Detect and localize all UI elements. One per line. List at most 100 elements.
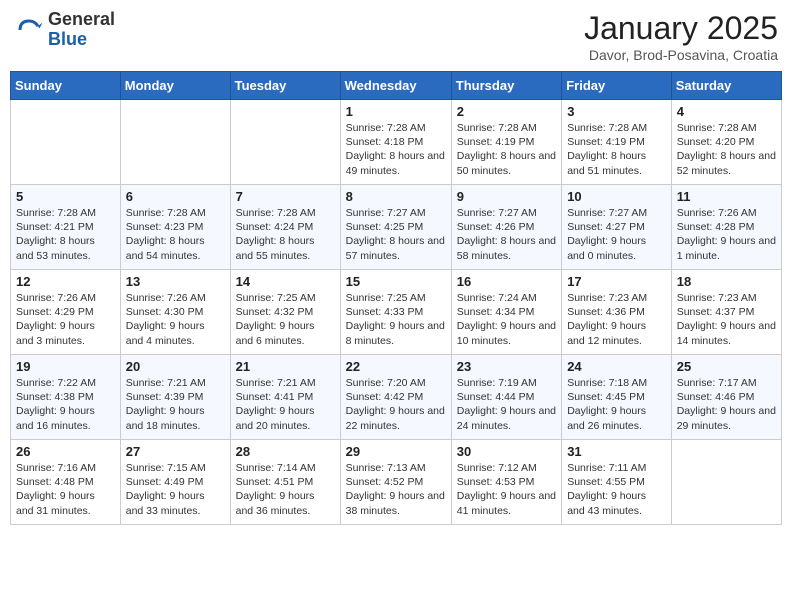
calendar-cell: 5 Sunrise: 7:28 AM Sunset: 4:21 PM Daylig… [11,185,121,270]
weekday-header-wednesday: Wednesday [340,72,451,100]
calendar-cell: 29Sunrise: 7:13 AM Sunset: 4:52 PM Dayli… [340,440,451,525]
day-number: 6 [126,189,225,204]
weekday-header-saturday: Saturday [671,72,781,100]
day-info: Sunrise: 7:28 AM Sunset: 4:18 PM Dayligh… [346,121,446,178]
day-info: Sunrise: 7:14 AM Sunset: 4:51 PM Dayligh… [236,461,335,518]
calendar-cell: 27 Sunrise: 7:15 AM Sunset: 4:49 PM Dayli… [120,440,230,525]
calendar-cell: 30 Sunrise: 7:12 AM Sunset: 4:53 PM Dayli… [451,440,561,525]
title-block: January 2025 Davor, Brod-Posavina, Croat… [584,10,778,63]
weekday-header-friday: Friday [562,72,672,100]
day-info: Sunrise: 7:18 AM Sunset: 4:45 PM Dayligh… [567,376,666,433]
day-info: Sunrise: 7:21 AM Sunset: 4:39 PM Dayligh… [126,376,225,433]
calendar-cell: 31Sunrise: 7:11 AM Sunset: 4:55 PM Dayli… [562,440,672,525]
calendar-cell: 28 Sunrise: 7:14 AM Sunset: 4:51 PM Dayli… [230,440,340,525]
calendar-cell: 21Sunrise: 7:21 AM Sunset: 4:41 PM Dayli… [230,355,340,440]
calendar-cell [120,100,230,185]
day-number: 23 [457,359,556,374]
day-info: Sunrise: 7:24 AM Sunset: 4:34 PM Dayligh… [457,291,556,348]
day-number: 22 [346,359,446,374]
calendar-cell: 12Sunrise: 7:26 AM Sunset: 4:29 PM Dayli… [11,270,121,355]
day-info: Sunrise: 7:25 AM Sunset: 4:32 PM Dayligh… [236,291,335,348]
calendar-cell [671,440,781,525]
logo-icon [14,15,44,45]
day-info: Sunrise: 7:28 AM Sunset: 4:24 PM Dayligh… [236,206,335,263]
calendar-cell: 24 Sunrise: 7:18 AM Sunset: 4:45 PM Dayli… [562,355,672,440]
calendar-cell: 25 Sunrise: 7:17 AM Sunset: 4:46 PM Dayli… [671,355,781,440]
day-info: Sunrise: 7:23 AM Sunset: 4:36 PM Dayligh… [567,291,666,348]
calendar-cell [230,100,340,185]
day-info: Sunrise: 7:23 AM Sunset: 4:37 PM Dayligh… [677,291,776,348]
calendar-cell: 8Sunrise: 7:27 AM Sunset: 4:25 PM Daylig… [340,185,451,270]
day-number: 15 [346,274,446,289]
calendar-cell: 9 Sunrise: 7:27 AM Sunset: 4:26 PM Daylig… [451,185,561,270]
calendar-cell: 1 Sunrise: 7:28 AM Sunset: 4:18 PM Daylig… [340,100,451,185]
week-row-3: 12Sunrise: 7:26 AM Sunset: 4:29 PM Dayli… [11,270,782,355]
day-info: Sunrise: 7:28 AM Sunset: 4:23 PM Dayligh… [126,206,225,263]
day-info: Sunrise: 7:27 AM Sunset: 4:27 PM Dayligh… [567,206,666,263]
calendar-cell: 16 Sunrise: 7:24 AM Sunset: 4:34 PM Dayli… [451,270,561,355]
day-number: 25 [677,359,776,374]
logo: General Blue [14,10,115,50]
day-info: Sunrise: 7:16 AM Sunset: 4:48 PM Dayligh… [16,461,115,518]
day-info: Sunrise: 7:25 AM Sunset: 4:33 PM Dayligh… [346,291,446,348]
calendar-cell: 2 Sunrise: 7:28 AM Sunset: 4:19 PM Daylig… [451,100,561,185]
day-number: 11 [677,189,776,204]
weekday-header-monday: Monday [120,72,230,100]
calendar-cell [11,100,121,185]
day-number: 7 [236,189,335,204]
weekday-header-row: SundayMondayTuesdayWednesdayThursdayFrid… [11,72,782,100]
day-info: Sunrise: 7:26 AM Sunset: 4:30 PM Dayligh… [126,291,225,348]
calendar-cell: 4 Sunrise: 7:28 AM Sunset: 4:20 PM Daylig… [671,100,781,185]
calendar-cell: 7 Sunrise: 7:28 AM Sunset: 4:24 PM Daylig… [230,185,340,270]
day-number: 3 [567,104,666,119]
day-number: 19 [16,359,115,374]
location: Davor, Brod-Posavina, Croatia [584,47,778,63]
calendar-cell: 23 Sunrise: 7:19 AM Sunset: 4:44 PM Dayli… [451,355,561,440]
logo-text: General Blue [48,10,115,50]
day-number: 29 [346,444,446,459]
day-info: Sunrise: 7:19 AM Sunset: 4:44 PM Dayligh… [457,376,556,433]
day-info: Sunrise: 7:15 AM Sunset: 4:49 PM Dayligh… [126,461,225,518]
calendar-cell: 19 Sunrise: 7:22 AM Sunset: 4:38 PM Dayli… [11,355,121,440]
day-number: 28 [236,444,335,459]
page-header: General Blue January 2025 Davor, Brod-Po… [10,10,782,63]
day-number: 31 [567,444,666,459]
day-number: 21 [236,359,335,374]
day-info: Sunrise: 7:12 AM Sunset: 4:53 PM Dayligh… [457,461,556,518]
calendar-cell: 18 Sunrise: 7:23 AM Sunset: 4:37 PM Dayli… [671,270,781,355]
day-number: 24 [567,359,666,374]
day-number: 14 [236,274,335,289]
day-info: Sunrise: 7:28 AM Sunset: 4:20 PM Dayligh… [677,121,776,178]
day-number: 18 [677,274,776,289]
day-number: 4 [677,104,776,119]
day-info: Sunrise: 7:27 AM Sunset: 4:26 PM Dayligh… [457,206,556,263]
day-info: Sunrise: 7:26 AM Sunset: 4:28 PM Dayligh… [677,206,776,263]
calendar-cell: 22Sunrise: 7:20 AM Sunset: 4:42 PM Dayli… [340,355,451,440]
day-number: 9 [457,189,556,204]
day-number: 2 [457,104,556,119]
weekday-header-thursday: Thursday [451,72,561,100]
day-info: Sunrise: 7:27 AM Sunset: 4:25 PM Dayligh… [346,206,446,263]
day-info: Sunrise: 7:28 AM Sunset: 4:19 PM Dayligh… [457,121,556,178]
calendar-cell: 17Sunrise: 7:23 AM Sunset: 4:36 PM Dayli… [562,270,672,355]
day-number: 1 [346,104,446,119]
day-number: 16 [457,274,556,289]
calendar-cell: 26Sunrise: 7:16 AM Sunset: 4:48 PM Dayli… [11,440,121,525]
week-row-5: 26Sunrise: 7:16 AM Sunset: 4:48 PM Dayli… [11,440,782,525]
calendar-cell: 13 Sunrise: 7:26 AM Sunset: 4:30 PM Dayli… [120,270,230,355]
calendar-table: SundayMondayTuesdayWednesdayThursdayFrid… [10,71,782,525]
week-row-1: 1 Sunrise: 7:28 AM Sunset: 4:18 PM Daylig… [11,100,782,185]
weekday-header-sunday: Sunday [11,72,121,100]
day-info: Sunrise: 7:22 AM Sunset: 4:38 PM Dayligh… [16,376,115,433]
day-number: 30 [457,444,556,459]
day-number: 10 [567,189,666,204]
day-info: Sunrise: 7:26 AM Sunset: 4:29 PM Dayligh… [16,291,115,348]
month-title: January 2025 [584,10,778,47]
day-info: Sunrise: 7:17 AM Sunset: 4:46 PM Dayligh… [677,376,776,433]
calendar-cell: 3Sunrise: 7:28 AM Sunset: 4:19 PM Daylig… [562,100,672,185]
day-info: Sunrise: 7:28 AM Sunset: 4:21 PM Dayligh… [16,206,115,263]
day-number: 5 [16,189,115,204]
logo-general: General [48,10,115,30]
day-number: 13 [126,274,225,289]
day-number: 27 [126,444,225,459]
